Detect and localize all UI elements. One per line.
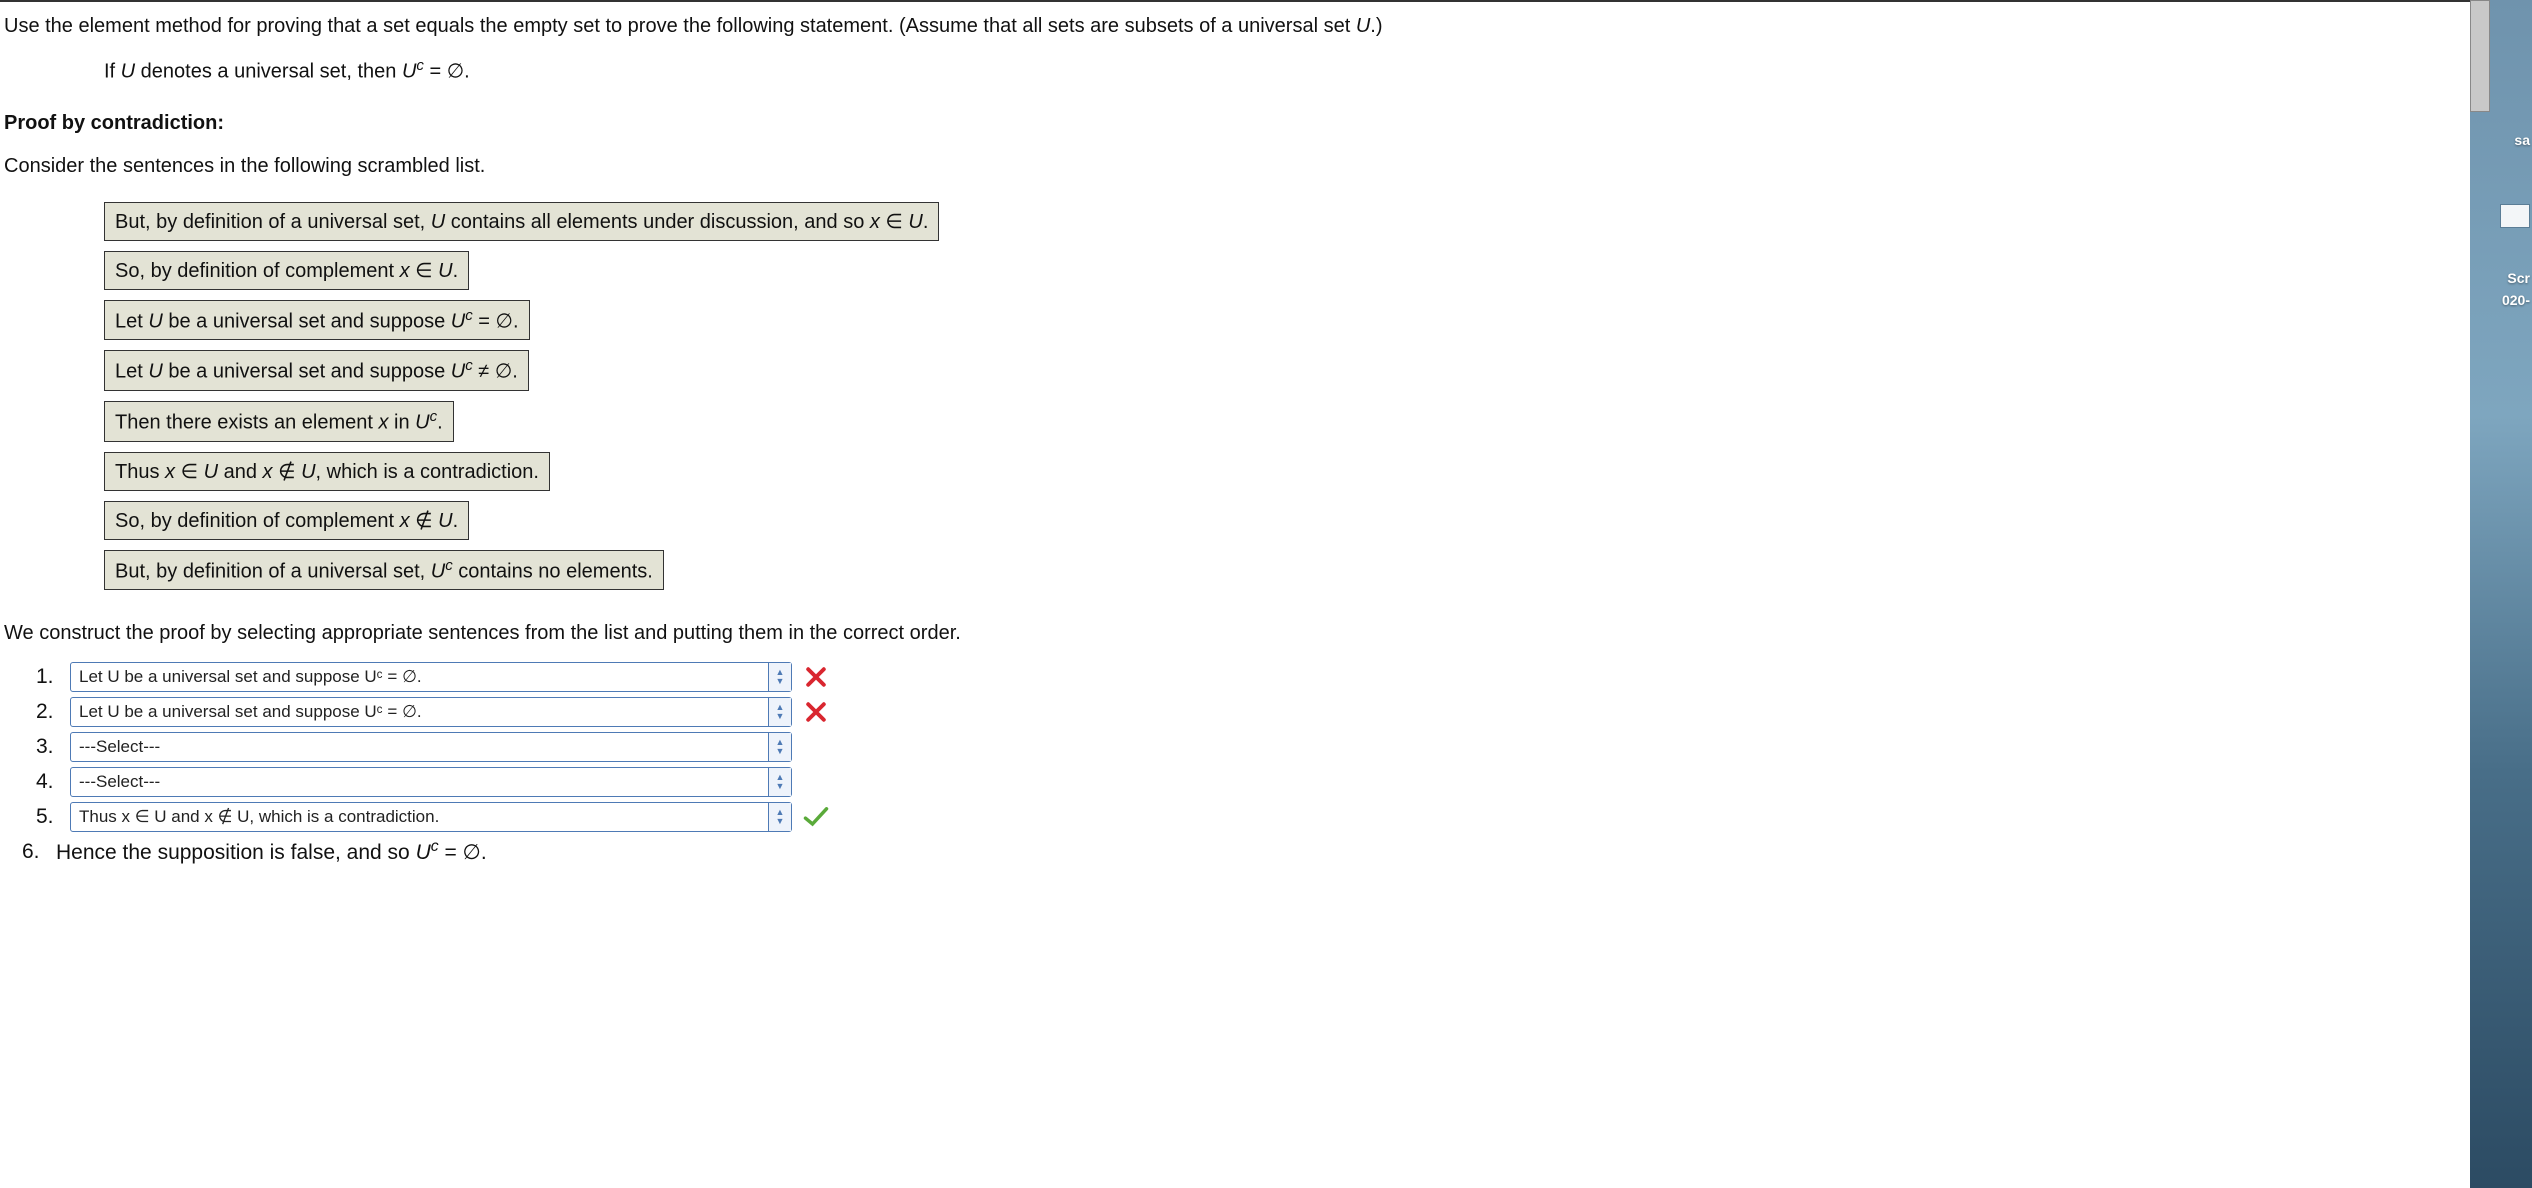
claim-mid: denotes a universal set, then [135, 61, 402, 83]
correct-icon [802, 803, 830, 831]
scrambled-sentence[interactable]: Let U be a universal set and suppose Uc … [104, 300, 530, 341]
question-content: Use the element method for proving that … [0, 0, 2470, 1188]
wrong-icon [802, 663, 830, 691]
scrollbar-thumb[interactable] [2470, 0, 2490, 112]
proof-step-select[interactable]: ---Select--- ▲▼ [70, 767, 792, 797]
heading-consider: Consider the sentences in the following … [4, 152, 2430, 181]
ordered-num: 5. [36, 805, 70, 829]
final-uc-sup: c [431, 838, 439, 855]
prompt-line: Use the element method for proving that … [4, 12, 2430, 41]
stepper-icon[interactable]: ▲▼ [768, 768, 791, 796]
ordered-num: 4. [36, 770, 70, 794]
sidebar-label-sa: sa [2514, 132, 2530, 148]
heading-proof: Proof by contradiction: [4, 109, 2430, 138]
scrambled-sentence[interactable]: But, by definition of a universal set, U… [104, 202, 939, 241]
right-sidebar: sa Scr 020- [2470, 0, 2532, 1188]
select-value: Thus x ∈ U and x ∉ U, which is a contrad… [79, 807, 439, 827]
prompt-intro: Use the element method for proving that … [4, 15, 1356, 37]
scrambled-sentence[interactable]: But, by definition of a universal set, U… [104, 550, 664, 591]
ordered-row: 3. ---Select--- ▲▼ [36, 732, 2430, 762]
stepper-icon[interactable]: ▲▼ [768, 663, 791, 691]
final-num: 6. [22, 840, 56, 864]
scrambled-sentence[interactable]: Thus x ∈ U and x ∉ U, which is a contrad… [104, 452, 550, 491]
wrong-icon [802, 698, 830, 726]
ordered-proof-list: 1. Let U be a universal set and suppose U… [36, 662, 2430, 832]
select-value: Let U be a universal set and suppose Uᶜ … [79, 667, 422, 687]
claim-uc: U [402, 61, 416, 83]
stepper-icon[interactable]: ▲▼ [768, 733, 791, 761]
proof-step-select[interactable]: ---Select--- ▲▼ [70, 732, 792, 762]
sidebar-label-year: 020- [2502, 292, 2530, 308]
final-post: = ∅. [439, 841, 487, 864]
claim-line: If U denotes a universal set, then Uc = … [4, 55, 2430, 87]
ordered-row: 5. Thus x ∈ U and x ∉ U, which is a contr… [36, 802, 2430, 832]
ordered-num: 1. [36, 665, 70, 689]
stepper-icon[interactable]: ▲▼ [768, 698, 791, 726]
ordered-row: 4. ---Select--- ▲▼ [36, 767, 2430, 797]
prompt-intro-end: .) [1370, 15, 1382, 37]
final-row: 6. Hence the supposition is false, and s… [22, 838, 2430, 865]
scrambled-sentence[interactable]: So, by definition of complement x ∉ U. [104, 501, 469, 540]
scrambled-sentence[interactable]: Then there exists an element x in Uc. [104, 401, 454, 442]
stepper-icon[interactable]: ▲▼ [768, 803, 791, 831]
scrambled-sentence[interactable]: Let U be a universal set and suppose Uc … [104, 350, 529, 391]
select-value: ---Select--- [79, 772, 160, 792]
final-text: Hence the supposition is false, and so U… [56, 838, 487, 865]
ordered-row: 1. Let U be a universal set and suppose U… [36, 662, 2430, 692]
final-uc-u: U [416, 841, 431, 864]
prompt-u: U [1356, 15, 1370, 37]
claim-sup: c [416, 57, 424, 74]
no-mark [802, 768, 830, 796]
sidebar-label-sc: Scr [2507, 270, 2530, 286]
heading-construct: We construct the proof by selecting appr… [4, 619, 2430, 648]
select-value: ---Select--- [79, 737, 160, 757]
ordered-num: 2. [36, 700, 70, 724]
sidebar-thumb-icon[interactable] [2500, 204, 2530, 228]
claim-pre: If [104, 61, 121, 83]
proof-step-select[interactable]: Let U be a universal set and suppose Uᶜ … [70, 697, 792, 727]
no-mark [802, 733, 830, 761]
claim-u: U [121, 61, 135, 83]
proof-step-select[interactable]: Thus x ∈ U and x ∉ U, which is a contrad… [70, 802, 792, 832]
proof-step-select[interactable]: Let U be a universal set and suppose Uᶜ … [70, 662, 792, 692]
claim-eq: = ∅. [424, 61, 470, 83]
scrambled-list: But, by definition of a universal set, U… [104, 197, 2430, 596]
ordered-num: 3. [36, 735, 70, 759]
final-pre: Hence the supposition is false, and so [56, 841, 416, 864]
scrambled-sentence[interactable]: So, by definition of complement x ∈ U. [104, 251, 469, 290]
page-root: Use the element method for proving that … [0, 0, 2532, 1188]
select-value: Let U be a universal set and suppose Uᶜ … [79, 702, 422, 722]
ordered-row: 2. Let U be a universal set and suppose U… [36, 697, 2430, 727]
